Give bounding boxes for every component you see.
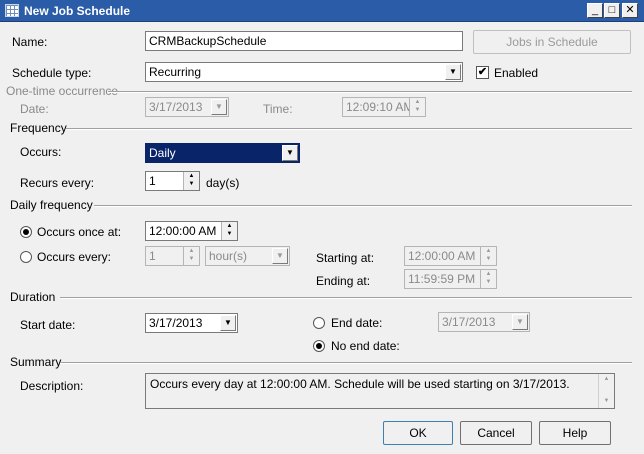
chevron-down-icon[interactable]: ▼ xyxy=(445,64,461,80)
spin-up-icon[interactable]: ▲ xyxy=(486,248,492,254)
chevron-down-icon[interactable]: ▼ xyxy=(220,315,236,331)
summary-header: Summary xyxy=(10,355,62,369)
enabled-label: Enabled xyxy=(494,66,539,80)
window-title: New Job Schedule xyxy=(24,4,131,18)
enabled-checkbox[interactable]: ✔ xyxy=(476,66,489,79)
spinner-icon[interactable]: ▲ ▼ xyxy=(480,270,496,288)
spinner-icon[interactable]: ▲ ▼ xyxy=(183,172,199,190)
end-date-label: End date: xyxy=(331,316,383,330)
chevron-down-icon[interactable]: ▼ xyxy=(282,145,298,161)
starting-at-label: Starting at: xyxy=(316,251,375,265)
chevron-down-icon[interactable]: ▼ xyxy=(272,248,288,264)
description-label: Description: xyxy=(20,379,84,393)
one-time-header: One-time occurrence xyxy=(6,84,119,98)
schedule-type-select[interactable]: Recurring ▼ xyxy=(145,62,463,82)
schedule-type-value: Recurring xyxy=(149,65,202,79)
occurs-value: Daily xyxy=(149,146,176,160)
one-time-time-input[interactable]: 12:09:10 AM ▲ ▼ xyxy=(342,97,426,117)
minimize-button[interactable]: _ xyxy=(587,3,603,18)
starting-at-value: 12:00:00 AM xyxy=(408,249,476,263)
end-date-radio[interactable] xyxy=(313,317,325,329)
jobs-in-schedule-button[interactable]: Jobs in Schedule xyxy=(473,30,631,54)
occurs-every-unit-value: hour(s) xyxy=(209,249,248,263)
schedule-type-label: Schedule type: xyxy=(12,66,92,80)
spin-down-icon[interactable]: ▼ xyxy=(415,107,421,113)
description-text: Occurs every day at 12:00:00 AM. Schedul… xyxy=(150,377,570,391)
spin-down-icon[interactable]: ▼ xyxy=(227,231,233,237)
occurs-every-unit-select[interactable]: hour(s) ▼ xyxy=(205,246,290,266)
ending-at-value: 11:59:59 PM xyxy=(408,272,476,286)
recurs-every-value: 1 xyxy=(149,174,156,188)
spin-up-icon[interactable]: ▲ xyxy=(189,248,195,254)
occurs-once-time-value: 12:00:00 AM xyxy=(149,224,217,238)
spin-down-icon[interactable]: ▼ xyxy=(486,279,492,285)
occurs-once-label: Occurs once at: xyxy=(37,225,122,239)
start-date-picker[interactable]: 3/17/2013 ▼ xyxy=(145,313,238,333)
spin-down-icon[interactable]: ▼ xyxy=(486,256,492,262)
maximize-button[interactable]: □ xyxy=(604,3,620,18)
schedule-grid-icon xyxy=(5,4,19,17)
occurs-select[interactable]: Daily ▼ xyxy=(145,143,300,163)
spinner-icon[interactable]: ▲ ▼ xyxy=(480,247,496,265)
chevron-down-icon[interactable]: ▼ xyxy=(211,99,227,115)
description-scrollbar[interactable]: ▲ ▼ xyxy=(598,374,614,408)
occurs-every-value: 1 xyxy=(149,249,156,263)
spin-down-icon[interactable]: ▼ xyxy=(189,256,195,262)
recurs-unit-label: day(s) xyxy=(206,176,240,190)
title-bar[interactable]: New Job Schedule _ □ ✕ xyxy=(0,0,644,22)
chevron-down-icon[interactable]: ▼ xyxy=(512,314,528,330)
spin-up-icon[interactable]: ▲ xyxy=(227,223,233,229)
spinner-icon[interactable]: ▲ ▼ xyxy=(409,98,425,116)
occurs-once-time-input[interactable]: 12:00:00 AM ▲ ▼ xyxy=(145,221,238,241)
one-time-date-value: 3/17/2013 xyxy=(149,100,203,114)
name-label: Name: xyxy=(12,35,48,49)
spin-down-icon[interactable]: ▼ xyxy=(189,181,195,187)
duration-header: Duration xyxy=(10,290,56,304)
start-date-value: 3/17/2013 xyxy=(149,316,203,330)
spinner-icon[interactable]: ▲ ▼ xyxy=(183,247,199,265)
help-button[interactable]: Help xyxy=(539,421,611,445)
cancel-button[interactable]: Cancel xyxy=(460,421,532,445)
start-date-label: Start date: xyxy=(20,318,76,332)
one-time-date-input[interactable]: 3/17/2013 ▼ xyxy=(145,97,229,117)
scroll-down-icon[interactable]: ▼ xyxy=(599,396,614,406)
occurs-every-stepper[interactable]: 1 ▲ ▼ xyxy=(145,246,200,266)
duration-divider xyxy=(60,297,632,299)
one-time-divider xyxy=(108,91,632,93)
ending-at-label: Ending at: xyxy=(316,274,371,288)
name-input[interactable]: CRMBackupSchedule xyxy=(145,31,463,51)
close-button[interactable]: ✕ xyxy=(622,3,638,18)
no-end-date-label: No end date: xyxy=(331,339,400,353)
starting-at-input[interactable]: 12:00:00 AM ▲ ▼ xyxy=(404,246,497,266)
spinner-icon[interactable]: ▲ ▼ xyxy=(221,222,237,240)
one-time-time-label: Time: xyxy=(263,102,293,116)
summary-divider xyxy=(60,362,632,364)
frequency-divider xyxy=(66,128,632,130)
ok-button[interactable]: OK xyxy=(383,421,453,445)
one-time-date-label: Date: xyxy=(20,102,49,116)
occurs-every-label: Occurs every: xyxy=(37,250,112,264)
end-date-value: 3/17/2013 xyxy=(442,315,496,329)
occurs-every-radio[interactable] xyxy=(20,251,32,263)
occurs-label: Occurs: xyxy=(20,145,62,159)
ending-at-input[interactable]: 11:59:59 PM ▲ ▼ xyxy=(404,269,497,289)
daily-frequency-divider xyxy=(94,205,632,207)
description-textarea[interactable]: Occurs every day at 12:00:00 AM. Schedul… xyxy=(145,373,615,409)
occurs-once-radio[interactable] xyxy=(20,226,32,238)
scroll-up-icon[interactable]: ▲ xyxy=(599,374,614,384)
recurs-every-label: Recurs every: xyxy=(20,176,95,190)
frequency-header: Frequency xyxy=(10,121,67,135)
no-end-date-radio[interactable] xyxy=(313,340,325,352)
end-date-picker[interactable]: 3/17/2013 ▼ xyxy=(438,312,530,332)
recurs-every-stepper[interactable]: 1 ▲ ▼ xyxy=(145,171,200,191)
spin-up-icon[interactable]: ▲ xyxy=(415,99,421,105)
spin-up-icon[interactable]: ▲ xyxy=(189,173,195,179)
one-time-time-value: 12:09:10 AM xyxy=(346,100,414,114)
daily-frequency-header: Daily frequency xyxy=(10,198,93,212)
spin-up-icon[interactable]: ▲ xyxy=(486,271,492,277)
